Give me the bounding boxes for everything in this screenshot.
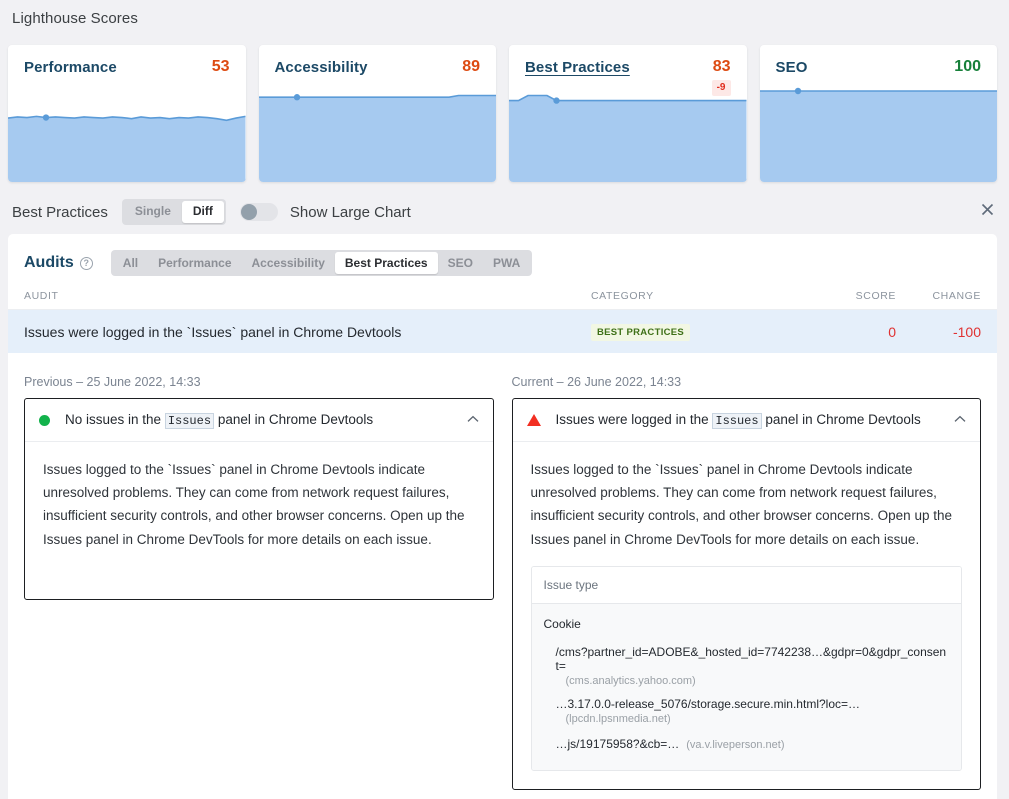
- item-host: (lpcdn.lpsnmedia.net): [565, 712, 671, 725]
- toggle-knob: [240, 204, 257, 220]
- score-card-name[interactable]: SEO: [776, 59, 808, 76]
- score-card-value: 83: [712, 58, 731, 75]
- issue-detail-table: Issue type Cookie /cms?partner_id=ADOBE&…: [530, 565, 962, 771]
- section-title: Best Practices: [12, 203, 108, 221]
- audit-table-body: Issues were logged in the `Issues` panel…: [8, 310, 997, 353]
- issue-item-list: /cms?partner_id=ADOBE&_hosted_id=7742238…: [532, 640, 962, 758]
- current-audit-description: Issues logged to the `Issues` panel in C…: [530, 462, 952, 547]
- current-audit-header[interactable]: Issues were logged in the Issues panel i…: [512, 399, 980, 442]
- cell-audit-name: Issues were logged in the `Issues` panel…: [24, 323, 402, 340]
- show-large-chart-label: Show Large Chart: [289, 203, 411, 221]
- list-item[interactable]: …3.17.0.0-release_5076/storage.secure.mi…: [532, 692, 962, 730]
- audit-table-header: AUDIT CATEGORY SCORE CHANGE: [8, 290, 997, 310]
- current-title-code: Issues: [712, 413, 762, 429]
- score-card-best-practices[interactable]: Best Practices 83 -9: [509, 45, 747, 182]
- previous-audit-description: Issues logged to the `Issues` panel in C…: [43, 462, 465, 547]
- fail-warning-triangle-icon: [526, 414, 541, 426]
- item-host: (va.v.liveperson.net): [686, 738, 785, 751]
- previous-title-after: panel in Chrome Devtools: [217, 412, 374, 427]
- page-title: Lighthouse Scores: [12, 10, 138, 27]
- column-header-audit: AUDIT: [24, 290, 59, 302]
- score-card-name[interactable]: Performance: [24, 59, 117, 76]
- pass-status-dot-icon: [39, 414, 50, 426]
- score-card-value: 100: [954, 58, 981, 75]
- close-icon[interactable]: [977, 199, 997, 219]
- mode-option-single[interactable]: Single: [124, 201, 182, 223]
- score-card-value-group: 53: [212, 59, 230, 75]
- mode-segmented-control[interactable]: Single Diff: [121, 199, 226, 225]
- audits-header: Audits ? All Performance Accessibility Best…: [8, 234, 997, 276]
- status-badge: BEST PRACTICES: [591, 324, 691, 341]
- current-title-after: panel in Chrome Devtools: [765, 412, 921, 427]
- chevron-up-icon[interactable]: [467, 414, 479, 426]
- score-card-header: Accessibility 89: [259, 45, 497, 77]
- previous-audit-header[interactable]: No issues in the Issues panel in Chrome …: [25, 399, 493, 442]
- score-card-delta-badge: -9: [711, 80, 731, 96]
- section-toolbar: Best Practices Single Diff Show Large Cha…: [0, 192, 1009, 232]
- score-card-header: SEO 100: [760, 45, 998, 77]
- filter-tab-seo[interactable]: SEO: [438, 252, 483, 274]
- score-card-name[interactable]: Best Practices: [525, 59, 630, 76]
- score-card-value: 89: [462, 58, 480, 75]
- previous-audit-title: No issues in the Issues panel in Chrome …: [65, 412, 457, 429]
- lighthouse-comparison-page: Lighthouse Scores Performance 53 Accessibi…: [0, 0, 1009, 799]
- score-card-seo[interactable]: SEO 100: [759, 45, 998, 182]
- score-card-value: 53: [211, 58, 230, 75]
- cell-change: -100: [952, 323, 981, 340]
- table-row[interactable]: Issues were logged in the `Issues` panel…: [8, 310, 997, 353]
- current-audit-card: Issues were logged in the Issues panel i…: [511, 398, 981, 790]
- current-title-before: Issues were logged in the: [555, 412, 709, 427]
- score-card-header: Best Practices 83 -9: [509, 45, 747, 96]
- previous-title-code: Issues: [164, 413, 215, 429]
- current-audit-title: Issues were logged in the Issues panel i…: [555, 412, 945, 429]
- previous-timestamp-label: Previous – 25 June 2022, 14:33: [24, 375, 201, 389]
- score-card-value-group: 89: [462, 59, 480, 75]
- audits-title-label: Audits: [24, 254, 74, 271]
- help-circle-icon[interactable]: ?: [79, 256, 93, 270]
- current-audit-body: Issues logged to the `Issues` panel in C…: [513, 442, 981, 789]
- diff-column-previous: Previous – 25 June 2022, 14:33 No issues…: [24, 375, 494, 790]
- filter-tab-accessibility[interactable]: Accessibility: [242, 252, 335, 274]
- audits-panel: Audits ? All Performance Accessibility Best…: [8, 234, 997, 799]
- column-header-score: SCORE: [855, 290, 896, 302]
- chevron-up-icon[interactable]: [954, 414, 966, 426]
- audit-table: AUDIT CATEGORY SCORE CHANGE Issues were …: [8, 290, 997, 353]
- score-card-list: Performance 53 Accessibility 89 Best Practic…: [8, 45, 997, 182]
- issue-group-label: Cookie: [543, 616, 581, 631]
- score-card-name[interactable]: Accessibility: [275, 59, 368, 76]
- cell-category: BEST PRACTICES: [591, 322, 811, 341]
- filter-tab-all[interactable]: All: [113, 252, 148, 274]
- column-header-category: CATEGORY: [591, 290, 654, 302]
- score-card-value-group: 83 -9: [711, 58, 731, 96]
- previous-title-before: No issues in the: [65, 412, 162, 427]
- score-card-header: Performance 53: [8, 45, 246, 77]
- audit-filter-tabs[interactable]: All Performance Accessibility Best Practice…: [110, 250, 533, 276]
- current-timestamp-label: Current – 26 June 2022, 14:33: [511, 375, 682, 389]
- filter-tab-pwa[interactable]: PWA: [483, 252, 530, 274]
- score-card-accessibility[interactable]: Accessibility 89: [258, 45, 497, 182]
- issue-type-column-header: Issue type: [531, 566, 961, 604]
- diff-column-current: Current – 26 June 2022, 14:33 Issues wer…: [511, 375, 981, 790]
- list-item[interactable]: /cms?partner_id=ADOBE&_hosted_id=7742238…: [532, 640, 962, 692]
- score-card-performance[interactable]: Performance 53: [8, 45, 246, 182]
- item-host: (cms.analytics.yahoo.com): [565, 674, 696, 687]
- previous-audit-card: No issues in the Issues panel in Chrome …: [24, 398, 494, 600]
- filter-tab-best-practices[interactable]: Best Practices: [334, 252, 438, 274]
- show-large-chart-toggle[interactable]: [239, 203, 278, 221]
- item-url: …js/19175958?&cb=…: [555, 736, 680, 751]
- audits-title: Audits ?: [24, 254, 93, 272]
- diff-comparison: Previous – 25 June 2022, 14:33 No issues…: [8, 353, 997, 790]
- issue-detail-body: Cookie /cms?partner_id=ADOBE&_hosted_id=…: [531, 603, 962, 770]
- cell-score: 0: [888, 323, 896, 340]
- score-card-value-group: 100: [954, 59, 981, 75]
- column-header-change: CHANGE: [932, 290, 981, 302]
- list-item[interactable]: …js/19175958?&cb=… (va.v.liveperson.net): [532, 730, 962, 758]
- filter-tab-performance[interactable]: Performance: [148, 252, 241, 274]
- mode-option-diff[interactable]: Diff: [181, 201, 224, 223]
- item-url: /cms?partner_id=ADOBE&_hosted_id=7742238…: [555, 644, 947, 673]
- item-url: …3.17.0.0-release_5076/storage.secure.mi…: [555, 696, 861, 711]
- previous-audit-body: Issues logged to the `Issues` panel in C…: [25, 442, 493, 599]
